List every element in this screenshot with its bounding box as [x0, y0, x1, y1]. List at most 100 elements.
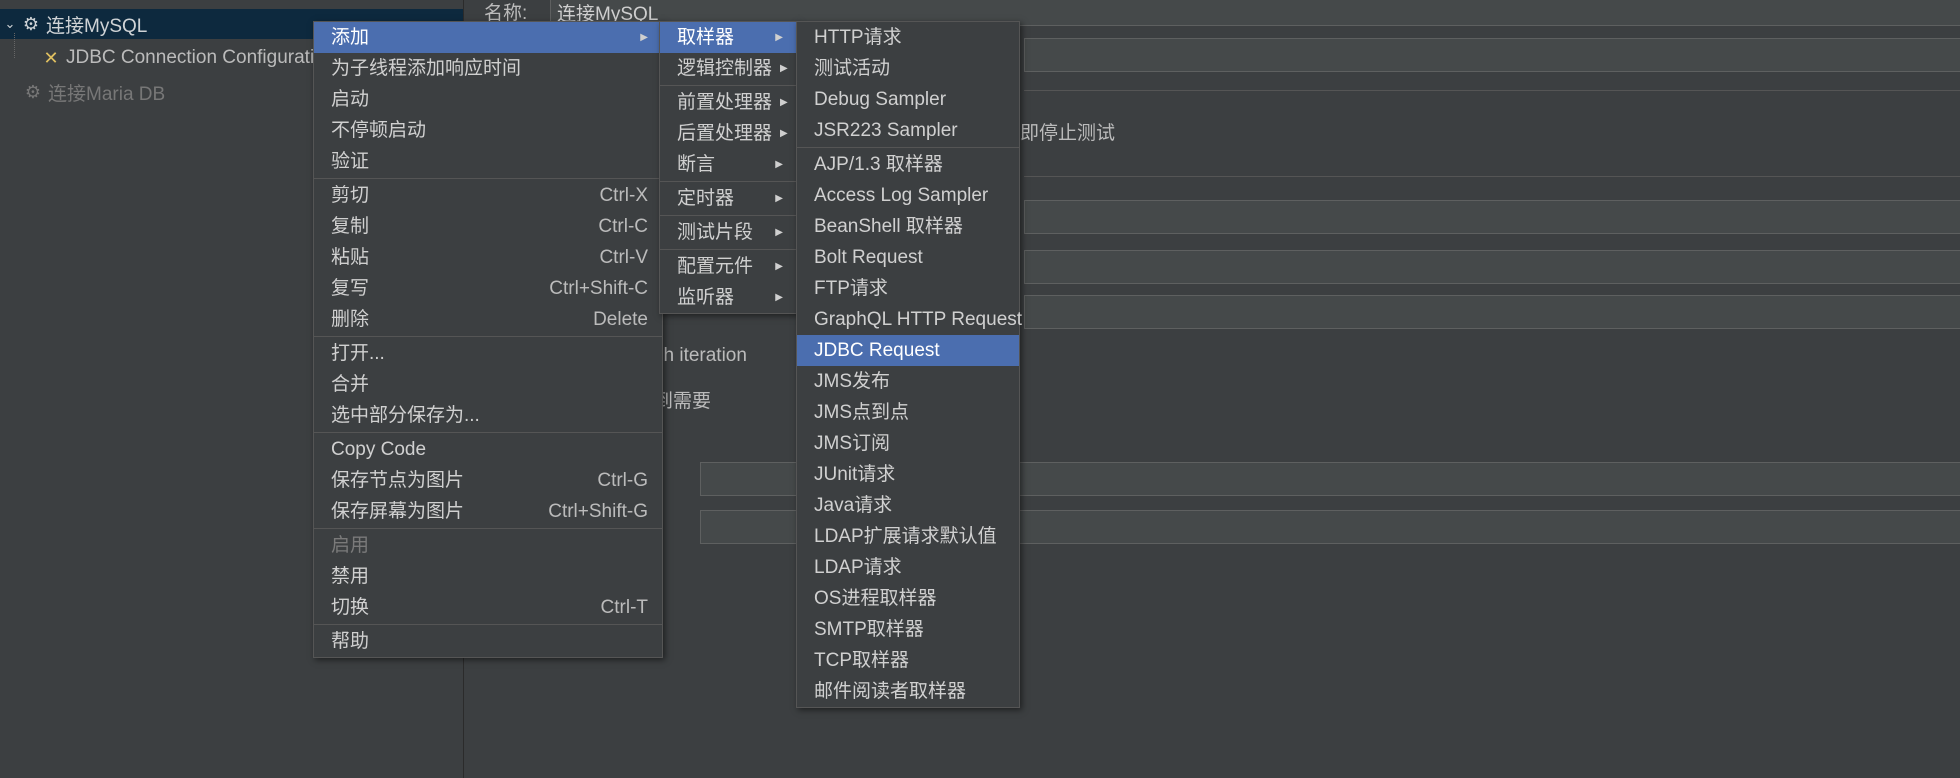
sampler-item-test-action[interactable]: 测试活动	[797, 53, 1019, 84]
submenu-item-assertion[interactable]: 断言 ▶	[660, 149, 797, 180]
sampler-item-bolt[interactable]: Bolt Request	[797, 242, 1019, 273]
menu-item-add-response-time[interactable]: 为子线程添加响应时间	[314, 53, 662, 84]
sampler-item-mail-reader[interactable]: 邮件阅读者取样器	[797, 676, 1019, 707]
submenu-item-timer[interactable]: 定时器 ▶	[660, 183, 797, 214]
menu-item-label: 邮件阅读者取样器	[814, 681, 967, 702]
menu-item-label: Java请求	[814, 495, 893, 516]
sampler-item-jms-subscribe[interactable]: JMS订阅	[797, 428, 1019, 459]
tree-node-label: JDBC Connection Configurati	[66, 47, 315, 68]
sampler-item-jdbc[interactable]: JDBC Request	[797, 335, 1019, 366]
menu-item-start-no-pause[interactable]: 不停顿启动	[314, 115, 662, 146]
divider	[1024, 176, 1960, 177]
menu-separator	[660, 85, 797, 86]
sampler-item-tcp[interactable]: TCP取样器	[797, 645, 1019, 676]
menu-item-toggle[interactable]: 切换 Ctrl-T	[314, 592, 662, 623]
sampler-item-access-log[interactable]: Access Log Sampler	[797, 180, 1019, 211]
submenu-item-listener[interactable]: 监听器 ▶	[660, 282, 797, 313]
submenu-item-config-element[interactable]: 配置元件 ▶	[660, 251, 797, 282]
submenu-item-pre-processor[interactable]: 前置处理器 ▶	[660, 87, 797, 118]
menu-item-paste[interactable]: 粘贴 Ctrl-V	[314, 242, 662, 273]
menu-item-label: 添加	[331, 27, 370, 48]
menu-item-label: LDAP扩展请求默认值	[814, 526, 997, 547]
menu-item-label: 测试活动	[814, 58, 891, 79]
tree-node-jdbc-config[interactable]: ✕ JDBC Connection Configurati	[40, 43, 314, 73]
divider	[1024, 90, 1960, 91]
menu-item-label: Copy Code	[331, 439, 427, 460]
menu-item-label: 定时器	[677, 188, 735, 209]
sampler-item-junit[interactable]: JUnit请求	[797, 459, 1019, 490]
menu-item-label: JMS发布	[814, 371, 891, 392]
sampler-item-graphql[interactable]: GraphQL HTTP Request	[797, 304, 1023, 335]
threads-field[interactable]	[1024, 200, 1960, 234]
menu-item-copy-code[interactable]: Copy Code	[314, 434, 662, 465]
menu-item-duplicate[interactable]: 复写 Ctrl+Shift-C	[314, 273, 662, 304]
menu-item-delete[interactable]: 删除 Delete	[314, 304, 662, 335]
menu-item-label: HTTP请求	[814, 27, 902, 48]
menu-item-shortcut: Ctrl-X	[599, 185, 648, 206]
menu-item-label: 保存节点为图片	[331, 470, 465, 491]
chevron-right-icon: ▶	[775, 193, 783, 204]
sampler-item-java[interactable]: Java请求	[797, 490, 1019, 521]
menu-item-shortcut: Ctrl-T	[600, 597, 648, 618]
sampler-item-smtp[interactable]: SMTP取样器	[797, 614, 1019, 645]
sampler-item-ajp[interactable]: AJP/1.3 取样器	[797, 149, 1019, 180]
chevron-right-icon: ▶	[775, 159, 783, 170]
menu-item-validate[interactable]: 验证	[314, 146, 662, 177]
sampler-item-http[interactable]: HTTP请求	[797, 22, 1019, 53]
submenu-item-logic-controller[interactable]: 逻辑控制器 ▶	[660, 53, 797, 84]
submenu-item-post-processor[interactable]: 后置处理器 ▶	[660, 118, 797, 149]
sampler-submenu[interactable]: HTTP请求 测试活动 Debug Sampler JSR223 Sampler…	[796, 21, 1023, 708]
menu-item-enable: 启用	[314, 530, 662, 561]
menu-item-label: GraphQL HTTP Request	[814, 309, 1023, 330]
chevron-right-icon: ▶	[775, 261, 783, 272]
menu-item-shortcut: Delete	[593, 309, 648, 330]
menu-separator	[314, 336, 662, 337]
menu-item-save-screen-image[interactable]: 保存屏幕为图片 Ctrl+Shift-G	[314, 496, 662, 527]
loop-field[interactable]	[1024, 295, 1960, 329]
menu-item-disable[interactable]: 禁用	[314, 561, 662, 592]
chevron-down-icon[interactable]: ⌄	[0, 16, 20, 32]
menu-item-label: 逻辑控制器	[677, 58, 773, 79]
menu-item-label: 为子线程添加响应时间	[331, 58, 522, 79]
sampler-item-beanshell[interactable]: BeanShell 取样器	[797, 211, 1019, 242]
menu-item-shortcut: Ctrl+Shift-C	[549, 278, 648, 299]
sampler-item-ldap-ext[interactable]: LDAP扩展请求默认值	[797, 521, 1019, 552]
add-submenu[interactable]: 取样器 ▶ 逻辑控制器 ▶ 前置处理器 ▶ 后置处理器 ▶ 断言 ▶ 定时器 ▶ 测试片段 ▶…	[659, 21, 798, 314]
sampler-item-ftp[interactable]: FTP请求	[797, 273, 1019, 304]
menu-item-label: Debug Sampler	[814, 89, 947, 110]
menu-item-label: Access Log Sampler	[814, 185, 989, 206]
menu-separator	[314, 178, 662, 179]
sampler-item-jms-publish[interactable]: JMS发布	[797, 366, 1019, 397]
menu-item-label: JDBC Request	[814, 340, 940, 361]
submenu-item-test-fragment[interactable]: 测试片段 ▶	[660, 217, 797, 248]
menu-item-copy[interactable]: 复制 Ctrl-C	[314, 211, 662, 242]
menu-item-label: LDAP请求	[814, 557, 902, 578]
sampler-item-ldap[interactable]: LDAP请求	[797, 552, 1019, 583]
context-menu[interactable]: 添加 ▶ 为子线程添加响应时间 启动 不停顿启动 验证 剪切 Ctrl-X 复制 Ct…	[313, 21, 663, 658]
menu-item-label: JUnit请求	[814, 464, 896, 485]
menu-separator	[660, 249, 797, 250]
menu-item-cut[interactable]: 剪切 Ctrl-X	[314, 180, 662, 211]
chevron-right-icon: ▶	[775, 227, 783, 238]
menu-item-label: 配置元件	[677, 256, 754, 277]
menu-item-help[interactable]: 帮助	[314, 626, 662, 657]
tree-connector	[14, 33, 16, 58]
comment-field[interactable]	[1024, 38, 1960, 72]
rampup-field[interactable]	[1024, 250, 1960, 284]
menu-item-label: 不停顿启动	[331, 120, 427, 141]
sampler-item-debug[interactable]: Debug Sampler	[797, 84, 1019, 115]
sampler-item-os-process[interactable]: OS进程取样器	[797, 583, 1019, 614]
menu-item-merge[interactable]: 合并	[314, 369, 662, 400]
menu-item-open[interactable]: 打开...	[314, 338, 662, 369]
sampler-item-jms-p2p[interactable]: JMS点到点	[797, 397, 1019, 428]
menu-item-label: 打开...	[331, 343, 385, 364]
menu-item-save-node-image[interactable]: 保存节点为图片 Ctrl-G	[314, 465, 662, 496]
tree-node-mariadb[interactable]: ⚙ 连接Maria DB	[22, 77, 165, 107]
menu-item-label: 删除	[331, 309, 370, 330]
menu-separator	[314, 528, 662, 529]
sampler-item-jsr223[interactable]: JSR223 Sampler	[797, 115, 1019, 146]
menu-item-start[interactable]: 启动	[314, 84, 662, 115]
submenu-item-sampler[interactable]: 取样器 ▶	[660, 22, 797, 53]
menu-item-save-selection[interactable]: 选中部分保存为...	[314, 400, 662, 431]
menu-item-add[interactable]: 添加 ▶	[314, 22, 662, 53]
